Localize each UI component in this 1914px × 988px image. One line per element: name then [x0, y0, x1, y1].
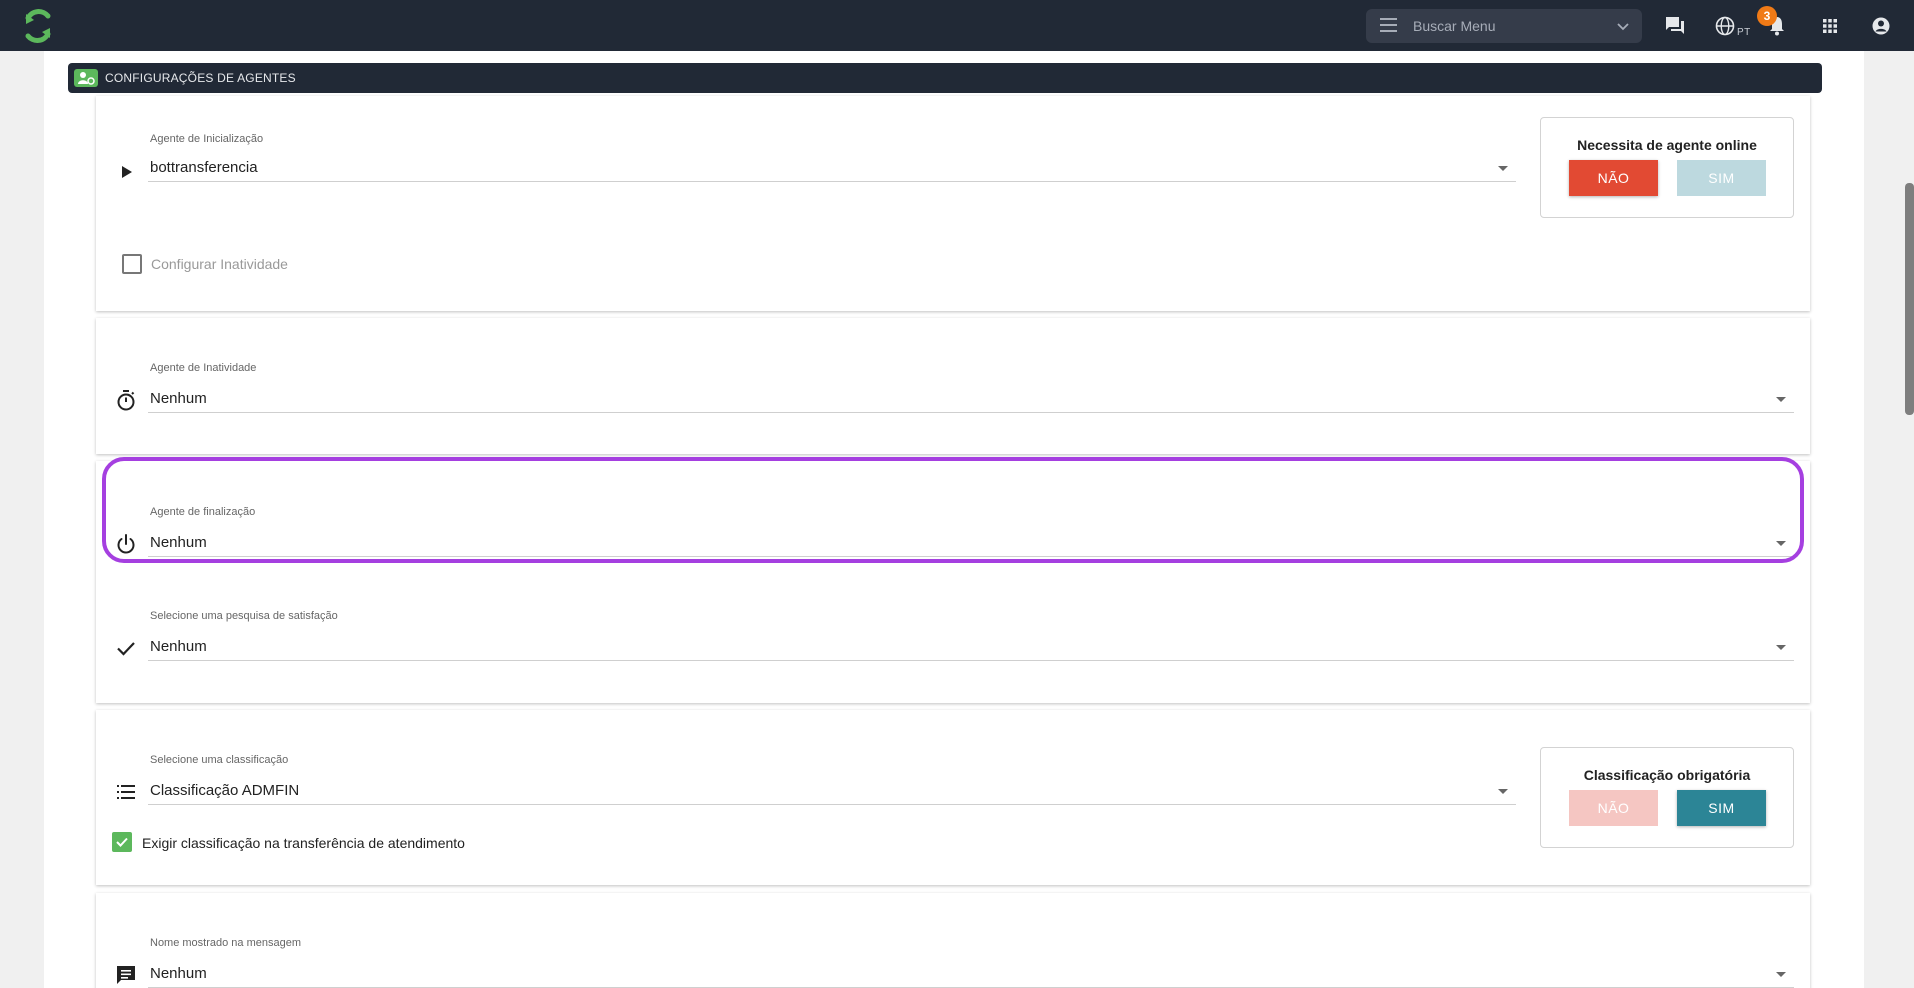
classification-required-box: Classificação obrigatória NÃO SIM — [1540, 747, 1794, 848]
classification-label: Selecione uma classificação — [150, 754, 289, 766]
online-no-button[interactable]: NÃO — [1569, 160, 1658, 196]
inactivity-checkbox-label: Configurar Inatividade — [151, 256, 288, 272]
check-icon — [117, 642, 135, 656]
chat-icon[interactable] — [1663, 14, 1687, 38]
inactivity-checkbox[interactable] — [122, 254, 142, 274]
satisfaction-value: Nenhum — [150, 638, 207, 655]
classification-no-button[interactable]: NÃO — [1569, 790, 1658, 826]
inactivity-agent-value: Nenhum — [150, 390, 207, 407]
notification-badge: 3 — [1757, 6, 1777, 26]
agent-settings-icon — [74, 69, 98, 87]
top-bar: PT 3 — [0, 0, 1914, 51]
init-agent-select[interactable]: bottransferencia — [148, 154, 1516, 182]
message-name-select[interactable]: Nenhum — [148, 960, 1794, 988]
list-icon — [117, 785, 135, 799]
classification-select[interactable]: Classificação ADMFIN — [148, 777, 1516, 805]
message-name-label: Nome mostrado na mensagem — [150, 937, 302, 949]
power-icon — [117, 534, 135, 554]
globe-icon[interactable] — [1713, 14, 1737, 38]
classification-required-title: Classificação obrigatória — [1583, 767, 1751, 783]
online-agent-box: Necessita de agente online NÃO SIM — [1540, 117, 1794, 218]
dropdown-caret-icon — [1776, 541, 1786, 546]
init-agent-label: Agente de Inicialização — [150, 133, 264, 145]
section-title: CONFIGURAÇÕES DE AGENTES — [105, 71, 296, 85]
chevron-down-icon[interactable] — [1616, 19, 1630, 33]
satisfaction-label: Selecione uma pesquisa de satisfação — [150, 610, 338, 622]
init-agent-value: bottransferencia — [150, 159, 258, 176]
classification-yes-button[interactable]: SIM — [1677, 790, 1766, 826]
menu-icon — [1380, 18, 1397, 34]
transfer-classification-checkbox[interactable] — [112, 832, 132, 852]
inactivity-agent-select[interactable]: Nenhum — [148, 385, 1794, 413]
search-input[interactable] — [1413, 15, 1613, 37]
page-scrollbar[interactable] — [1905, 183, 1914, 415]
inactivity-agent-card: Agente de Inatividade Nenhum — [96, 318, 1810, 454]
finalization-card: Agente de finalização Nenhum Selecione u… — [96, 461, 1810, 703]
app-logo-icon[interactable] — [20, 8, 56, 44]
online-yes-button[interactable]: SIM — [1677, 160, 1766, 196]
search-menu[interactable] — [1366, 9, 1642, 43]
satisfaction-select[interactable]: Nenhum — [148, 633, 1794, 661]
dropdown-caret-icon — [1776, 645, 1786, 650]
message-icon — [117, 966, 135, 984]
finalization-agent-value: Nenhum — [150, 534, 207, 551]
section-header: CONFIGURAÇÕES DE AGENTES — [68, 63, 1822, 93]
online-agent-title: Necessita de agente online — [1577, 137, 1757, 153]
checkmark-icon — [116, 837, 128, 847]
apps-grid-icon[interactable] — [1818, 14, 1842, 38]
message-name-value: Nenhum — [150, 965, 207, 982]
dropdown-caret-icon — [1776, 397, 1786, 402]
message-name-card: Nome mostrado na mensagem Nenhum — [96, 893, 1810, 988]
dropdown-caret-icon — [1776, 972, 1786, 977]
dropdown-caret-icon — [1498, 789, 1508, 794]
transfer-classification-label: Exigir classificação na transferência de… — [142, 835, 465, 851]
inactivity-agent-label: Agente de Inatividade — [150, 362, 257, 374]
finalization-agent-select[interactable]: Nenhum — [148, 529, 1794, 557]
play-icon — [122, 166, 132, 178]
language-code: PT — [1737, 27, 1751, 38]
classification-value: Classificação ADMFIN — [150, 782, 300, 799]
timer-icon — [117, 390, 135, 411]
finalization-agent-label: Agente de finalização — [150, 506, 256, 518]
dropdown-caret-icon — [1498, 166, 1508, 171]
account-icon[interactable] — [1869, 14, 1893, 38]
